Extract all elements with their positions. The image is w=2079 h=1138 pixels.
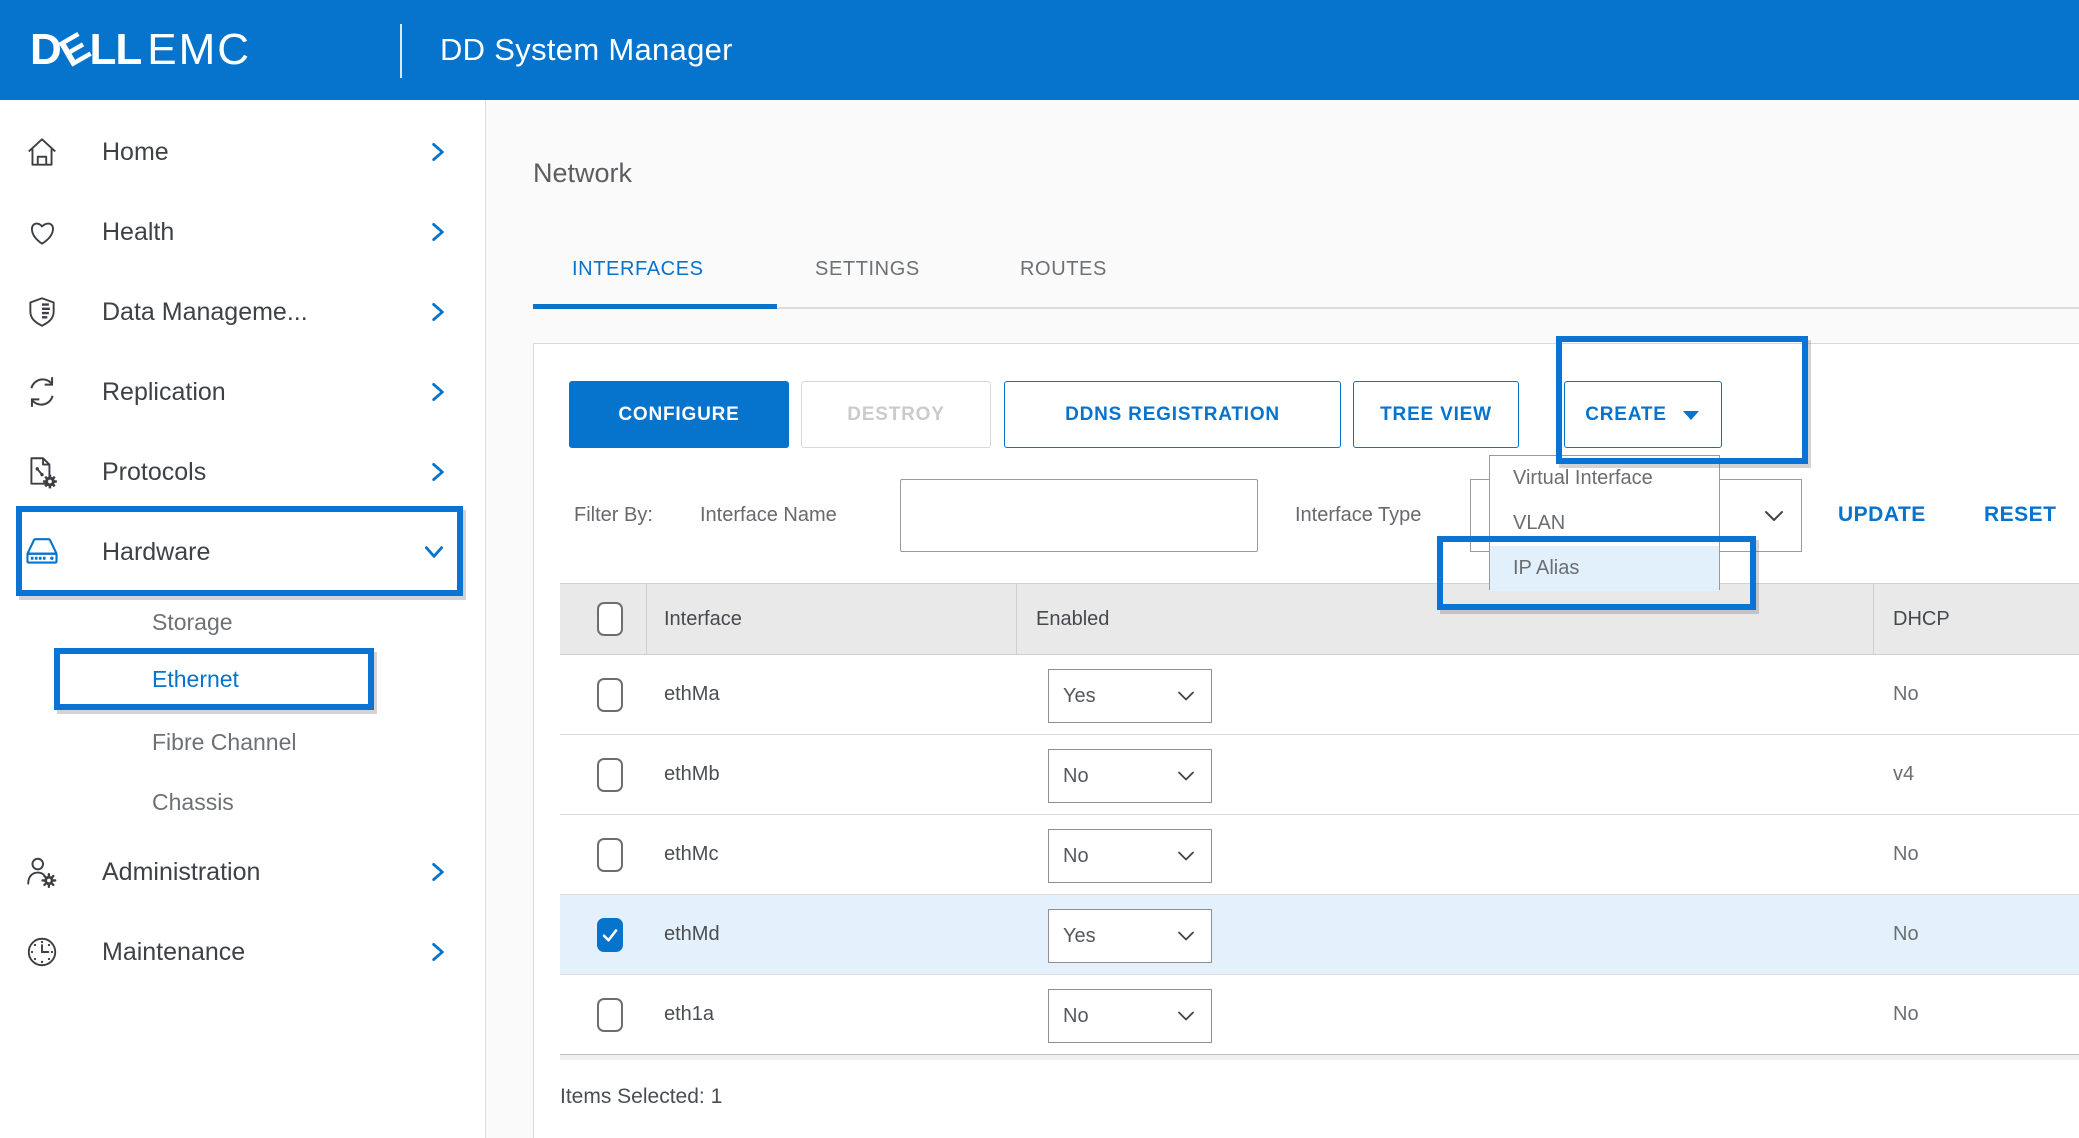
table-row-ethMa: ethMa Yes No (560, 655, 2079, 735)
logo-emc: EMC (147, 25, 251, 75)
sidebar-item-protocols[interactable]: Protocols (0, 432, 485, 512)
row-checkbox[interactable] (597, 758, 623, 792)
select-all-checkbox[interactable] (597, 602, 623, 636)
user-gear-icon (22, 854, 62, 890)
sidebar-item-replication[interactable]: Replication (0, 352, 485, 432)
caret-down-icon (1681, 408, 1701, 422)
logo-letters-ll: LL (89, 25, 141, 75)
table-header (560, 583, 2079, 655)
server-icon (22, 533, 62, 571)
items-selected-status: Items Selected: 1 (560, 1085, 722, 1109)
document-gear-icon (22, 454, 62, 490)
chevron-right-icon (429, 299, 447, 325)
table-row-ethMc: ethMc No No (560, 815, 2079, 895)
app-title: DD System Manager (440, 0, 733, 100)
col-header-interface: Interface (664, 608, 742, 631)
tab-interfaces[interactable]: INTERFACES (572, 258, 704, 281)
filter-by-label: Filter By: (574, 504, 653, 527)
chevron-down-icon (421, 543, 447, 561)
row-checkbox[interactable] (597, 838, 623, 872)
menu-item-ip-alias[interactable]: IP Alias (1490, 546, 1719, 591)
col-header-enabled: Enabled (1036, 608, 1109, 631)
menu-item-vlan[interactable]: VLAN (1490, 501, 1719, 546)
chevron-right-icon (429, 379, 447, 405)
sidebar-item-administration[interactable]: Administration (0, 832, 485, 912)
enabled-select[interactable]: Yes (1048, 669, 1212, 723)
dd-system-manager-window: DELLEMC DD System Manager Home Health Da… (0, 0, 2079, 1138)
table-row-eth1a: eth1a No No (560, 975, 2079, 1055)
page-title: Network (533, 158, 632, 189)
chevron-down-icon (1761, 508, 1787, 524)
table-row-ethMd: ethMd Yes No (560, 895, 2079, 975)
sidebar-item-home[interactable]: Home (0, 112, 485, 192)
tree-view-button[interactable]: TREE VIEW (1353, 381, 1519, 448)
enabled-select[interactable]: No (1048, 989, 1212, 1043)
row-checkbox-checked[interactable] (597, 918, 623, 952)
chevron-right-icon (429, 859, 447, 885)
enabled-select[interactable]: Yes (1048, 909, 1212, 963)
destroy-button[interactable]: DESTROY (801, 381, 991, 448)
reset-link[interactable]: RESET (1984, 503, 2057, 527)
sidebar-item-chassis[interactable]: Chassis (0, 772, 485, 832)
col-header-dhcp: DHCP (1893, 608, 1950, 631)
clock-icon (22, 934, 62, 970)
chevron-right-icon (429, 459, 447, 485)
row-checkbox[interactable] (597, 678, 623, 712)
header-divider (400, 24, 402, 78)
interface-name-input[interactable] (900, 479, 1258, 552)
enabled-select[interactable]: No (1048, 829, 1212, 883)
chevron-right-icon (429, 219, 447, 245)
menu-item-virtual-interface[interactable]: Virtual Interface (1490, 456, 1719, 501)
sidebar-item-storage[interactable]: Storage (0, 592, 485, 652)
enabled-select[interactable]: No (1048, 749, 1212, 803)
create-dropdown-menu: Virtual Interface VLAN IP Alias (1489, 455, 1720, 590)
shield-icon (22, 294, 62, 330)
table-row-ethMb: ethMb No v4 (560, 735, 2079, 815)
chevron-down-icon (1175, 769, 1197, 783)
logo-letter-d: D (30, 25, 61, 75)
top-header-bar: DELLEMC DD System Manager (0, 0, 2079, 100)
chevron-down-icon (1175, 929, 1197, 943)
sidebar-item-fibre-channel[interactable]: Fibre Channel (0, 712, 485, 772)
tab-routes[interactable]: ROUTES (1020, 258, 1107, 281)
configure-button[interactable]: CONFIGURE (569, 381, 789, 448)
chevron-down-icon (1175, 849, 1197, 863)
update-link[interactable]: UPDATE (1838, 503, 1926, 527)
tab-settings[interactable]: SETTINGS (815, 258, 920, 281)
interface-name-label: Interface Name (700, 504, 837, 527)
sidebar-item-health[interactable]: Health (0, 192, 485, 272)
interface-type-label: Interface Type (1295, 504, 1421, 527)
chevron-right-icon (429, 939, 447, 965)
sync-arrows-icon (22, 374, 62, 410)
sidebar-item-data-management[interactable]: Data Manageme... (0, 272, 485, 352)
ddns-registration-button[interactable]: DDNS REGISTRATION (1004, 381, 1341, 448)
sidebar-item-hardware[interactable]: Hardware (0, 512, 485, 592)
home-icon (22, 134, 62, 170)
heart-icon (22, 214, 62, 250)
sidebar-item-ethernet[interactable]: Ethernet (0, 649, 485, 709)
chevron-down-icon (1175, 1009, 1197, 1023)
row-checkbox[interactable] (597, 998, 623, 1032)
dell-emc-logo: DELLEMC (30, 0, 251, 100)
sidebar-item-maintenance[interactable]: Maintenance (0, 912, 485, 992)
chevron-down-icon (1175, 689, 1197, 703)
create-button[interactable]: CREATE (1564, 381, 1722, 448)
chevron-right-icon (429, 139, 447, 165)
active-tab-indicator (533, 304, 777, 309)
